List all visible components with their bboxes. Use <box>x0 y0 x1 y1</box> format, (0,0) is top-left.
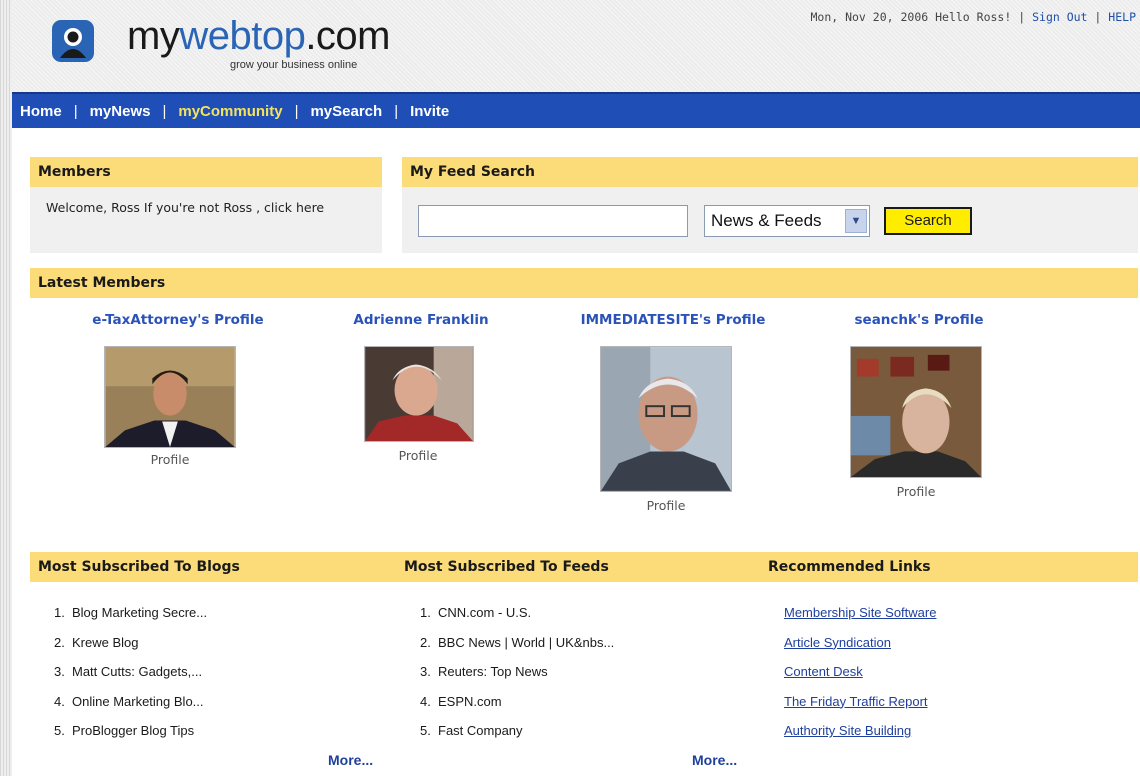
list-item[interactable]: 2. Krewe Blog <box>54 633 207 663</box>
nav-mysearch[interactable]: mySearch <box>310 103 382 120</box>
feed-search-title: My Feed Search <box>402 157 1138 187</box>
member-caption[interactable]: Profile <box>358 448 478 463</box>
list-item[interactable]: 3. Reuters: Top News <box>420 662 614 692</box>
recommended-link[interactable]: The Friday Traffic Report <box>784 692 936 722</box>
list-number: 2. <box>54 634 65 650</box>
recommended-link[interactable]: Article Syndication <box>784 633 936 663</box>
list-item[interactable]: 5. ProBlogger Blog Tips <box>54 721 207 751</box>
nav-separator: | <box>394 102 399 120</box>
feeds-more-link[interactable]: More... <box>692 752 737 768</box>
nav-invite[interactable]: Invite <box>410 103 449 120</box>
greeting: Hello Ross! <box>935 10 1012 24</box>
page: mywebtop.com grow your business online M… <box>12 0 1140 776</box>
feed-link[interactable]: CNN.com - U.S. <box>438 605 531 620</box>
sign-out-link[interactable]: Sign Out <box>1032 10 1087 24</box>
member-photo[interactable] <box>104 346 236 448</box>
member-card: IMMEDIATESITE's Profile <box>568 312 778 328</box>
feeds-list: 1. CNN.com - U.S. 2. BBC News | World | UK… <box>420 603 614 751</box>
member-card: Adrienne Franklin <box>346 312 496 328</box>
logo-prefix: my <box>127 14 180 58</box>
blog-link[interactable]: Krewe Blog <box>72 635 138 650</box>
main-nav: Home | myNews | myCommunity | mySearch |… <box>12 92 1140 128</box>
site-logo[interactable]: mywebtop.com <box>127 14 390 58</box>
list-item[interactable]: 1. Blog Marketing Secre... <box>54 603 207 633</box>
list-item[interactable]: 4. ESPN.com <box>420 692 614 722</box>
recommended-link[interactable]: Content Desk <box>784 662 936 692</box>
blog-link[interactable]: Blog Marketing Secre... <box>72 605 207 620</box>
list-item[interactable]: 3. Matt Cutts: Gadgets,... <box>54 662 207 692</box>
list-number: 4. <box>54 693 65 709</box>
member-name[interactable]: e-TaxAttorney's Profile <box>78 312 278 328</box>
member-caption[interactable]: Profile <box>606 498 726 513</box>
blogs-title: Most Subscribed To Blogs <box>38 559 240 575</box>
member-card: e-TaxAttorney's Profile <box>78 312 278 328</box>
nav-home[interactable]: Home <box>20 103 62 120</box>
list-item[interactable]: 4. Online Marketing Blo... <box>54 692 207 722</box>
feed-search-panel: My Feed Search News & Feeds ▼ Search <box>402 157 1138 253</box>
list-item[interactable]: 2. BBC News | World | UK&nbs... <box>420 633 614 663</box>
blogs-more-link[interactable]: More... <box>328 752 373 768</box>
member-caption[interactable]: Profile <box>110 452 230 467</box>
help-link[interactable]: HELP <box>1108 10 1136 24</box>
recommended-link[interactable]: Authority Site Building <box>784 721 936 751</box>
latest-members-title: Latest Members <box>30 268 1138 298</box>
feed-link[interactable]: Reuters: Top News <box>438 664 548 679</box>
feeds-title: Most Subscribed To Feeds <box>404 559 609 575</box>
feed-link[interactable]: Fast Company <box>438 723 523 738</box>
list-number: 3. <box>54 664 65 679</box>
member-photo[interactable] <box>850 346 982 478</box>
list-number: 3. <box>420 664 431 679</box>
nav-mynews[interactable]: myNews <box>90 103 151 120</box>
member-photo[interactable] <box>364 346 474 442</box>
blogs-list: 1. Blog Marketing Secre... 2. Krewe Blog 3… <box>54 603 207 751</box>
feed-link[interactable]: BBC News | World | UK&nbs... <box>438 635 614 650</box>
member-card: seanchk's Profile <box>844 312 994 328</box>
feed-search-input[interactable] <box>418 205 688 237</box>
separator: | <box>1094 10 1102 24</box>
list-number: 5. <box>420 723 431 738</box>
current-date: Mon, Nov 20, 2006 <box>810 10 929 24</box>
member-photo[interactable] <box>600 346 732 492</box>
user-logo-icon <box>52 20 94 62</box>
logo-accent: webtop <box>179 14 306 58</box>
search-button[interactable]: Search <box>884 207 972 235</box>
member-name[interactable]: IMMEDIATESITE's Profile <box>568 312 778 328</box>
list-number: 5. <box>54 723 65 738</box>
chevron-down-icon[interactable]: ▼ <box>845 209 867 233</box>
member-name[interactable]: seanchk's Profile <box>844 312 994 328</box>
members-panel: Members Welcome, Ross If you're not Ross… <box>30 157 382 253</box>
list-number: 1. <box>420 605 431 620</box>
feed-type-select[interactable]: News & Feeds ▼ <box>704 205 870 237</box>
blog-link[interactable]: Online Marketing Blo... <box>72 694 204 709</box>
members-title: Members <box>30 157 382 187</box>
recommended-link[interactable]: Membership Site Software <box>784 603 936 633</box>
window-left-edge <box>0 0 12 776</box>
list-number: 2. <box>420 634 431 650</box>
list-item[interactable]: 5. Fast Company <box>420 721 614 751</box>
site-tagline: grow your business online <box>230 59 358 71</box>
list-number: 1. <box>54 605 65 620</box>
nav-separator: | <box>73 102 78 120</box>
logo-suffix: .com <box>305 14 390 58</box>
recommended-links-list: Membership Site Software Article Syndica… <box>784 603 936 751</box>
nav-mycommunity[interactable]: myCommunity <box>178 103 282 120</box>
list-item[interactable]: 1. CNN.com - U.S. <box>420 603 614 633</box>
separator: | <box>1018 10 1026 24</box>
member-name[interactable]: Adrienne Franklin <box>346 312 496 328</box>
user-bar: Mon, Nov 20, 2006 Hello Ross! | Sign Out… <box>810 10 1136 24</box>
blog-link[interactable]: Matt Cutts: Gadgets,... <box>72 664 202 679</box>
feed-type-value: News & Feeds <box>711 211 822 230</box>
nav-separator: | <box>162 102 167 120</box>
feed-link[interactable]: ESPN.com <box>438 694 502 709</box>
list-number: 4. <box>420 693 431 709</box>
nav-separator: | <box>294 102 299 120</box>
blog-link[interactable]: ProBlogger Blog Tips <box>72 723 194 738</box>
links-title: Recommended Links <box>768 559 931 575</box>
welcome-text[interactable]: Welcome, Ross If you're not Ross , click… <box>30 187 350 215</box>
member-caption[interactable]: Profile <box>856 484 976 499</box>
site-header: mywebtop.com grow your business online M… <box>12 0 1140 92</box>
